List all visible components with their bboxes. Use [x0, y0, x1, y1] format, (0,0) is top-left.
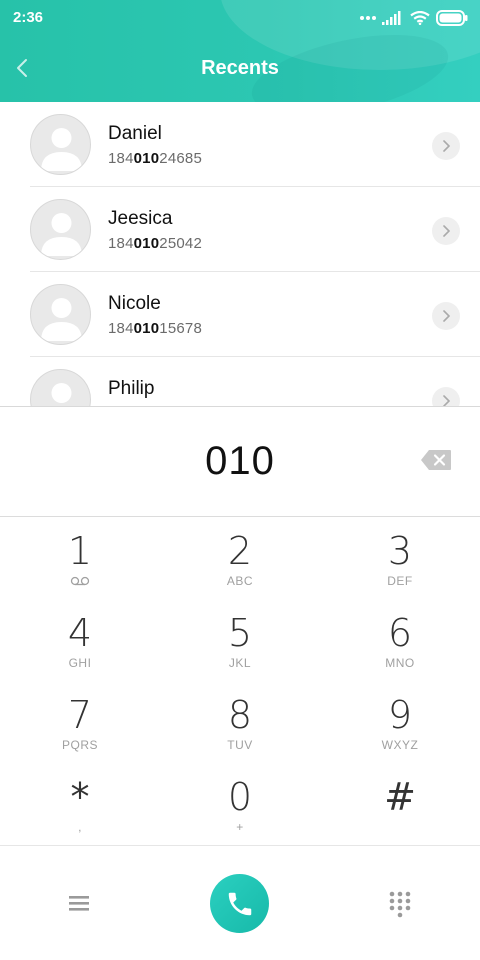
- contact-number: 18401024685: [108, 150, 202, 167]
- key-letters: ABC: [226, 574, 254, 588]
- key-digit: 2: [227, 529, 253, 573]
- contact-number: 18401025042: [108, 235, 202, 252]
- backspace-button[interactable]: [420, 449, 452, 473]
- contact-number: 18401015678: [108, 320, 202, 337]
- key-4[interactable]: 4 GHI: [0, 599, 160, 681]
- number-prefix: 184: [108, 320, 134, 337]
- signal-icon: [382, 11, 401, 25]
- avatar: [30, 369, 91, 406]
- person-placeholder-icon: [41, 213, 82, 256]
- dialed-number: 010: [205, 439, 275, 483]
- status-bar: 2:36: [0, 0, 480, 34]
- chevron-right-icon: [443, 395, 450, 406]
- contact-name: Philip: [108, 378, 155, 399]
- contact-detail-button[interactable]: [432, 387, 460, 406]
- call-button[interactable]: [210, 874, 269, 933]
- key-letters: DEF: [387, 574, 413, 588]
- chevron-right-icon: [443, 225, 450, 237]
- key-letters: JKL: [228, 656, 252, 670]
- chevron-right-icon: [443, 140, 450, 152]
- key-digit: 9: [387, 693, 413, 737]
- backspace-icon: [421, 450, 451, 470]
- key-letters: +: [236, 820, 244, 834]
- bottom-action-bar: [0, 845, 480, 960]
- key-7[interactable]: 7 PQRS: [0, 681, 160, 763]
- key-digit: 0: [227, 775, 253, 819]
- chevron-right-icon: [443, 310, 450, 322]
- number-suffix: 25042: [159, 235, 202, 252]
- key-letters: ,: [78, 820, 82, 834]
- key-9[interactable]: 9 WXYZ: [320, 681, 480, 763]
- key-digit: 4: [67, 611, 93, 655]
- number-prefix: 184: [108, 150, 134, 167]
- contact-row[interactable]: Daniel 18401024685: [0, 102, 480, 187]
- contact-detail-button[interactable]: [432, 217, 460, 245]
- number-match: 010: [133, 235, 160, 252]
- key-5[interactable]: 5 JKL: [160, 599, 320, 681]
- voicemail-icon: [70, 576, 90, 586]
- menu-icon: [69, 896, 89, 911]
- key-letters: PQRS: [61, 738, 98, 752]
- menu-button[interactable]: [66, 893, 92, 913]
- dialpad: 1 2 ABC 3 DEF 4 GHI 5 JKL 6 MNO 7 PQRS 8…: [0, 517, 480, 845]
- key-hash[interactable]: #: [320, 763, 480, 845]
- key-digit: 1: [67, 529, 93, 573]
- key-6[interactable]: 6 MNO: [320, 599, 480, 681]
- dialpad-toggle-button[interactable]: [388, 890, 412, 920]
- battery-icon: [436, 10, 468, 26]
- contact-row[interactable]: Philip: [0, 357, 480, 406]
- key-2[interactable]: 2 ABC: [160, 517, 320, 599]
- key-letters: GHI: [68, 656, 92, 670]
- key-0[interactable]: 0 +: [160, 763, 320, 845]
- number-match: 010: [133, 150, 160, 167]
- header: 2:36 Recents: [0, 0, 480, 102]
- key-digit: 3: [387, 529, 413, 573]
- key-star[interactable]: * ,: [0, 763, 160, 845]
- avatar: [30, 114, 91, 175]
- key-digit: #: [384, 775, 416, 819]
- contact-detail-button[interactable]: [432, 132, 460, 160]
- page-title: Recents: [201, 57, 279, 79]
- contact-name: Jeesica: [108, 208, 173, 229]
- phone-icon: [228, 892, 251, 915]
- number-prefix: 184: [108, 235, 134, 252]
- wifi-icon: [410, 11, 430, 25]
- avatar: [30, 284, 91, 345]
- number-suffix: 15678: [159, 320, 202, 337]
- dialpad-icon: [389, 891, 411, 918]
- contact-name: Daniel: [108, 123, 162, 144]
- key-digit: 5: [227, 611, 253, 655]
- key-digit: 7: [67, 693, 93, 737]
- key-digit: 8: [227, 693, 253, 737]
- key-letters: MNO: [385, 656, 415, 670]
- contact-detail-button[interactable]: [432, 302, 460, 330]
- dial-display: 010: [0, 406, 480, 517]
- more-dots-icon: [360, 16, 376, 20]
- key-8[interactable]: 8 TUV: [160, 681, 320, 763]
- avatar: [30, 199, 91, 260]
- person-placeholder-icon: [41, 128, 82, 171]
- person-placeholder-icon: [51, 383, 72, 403]
- person-placeholder-icon: [41, 298, 82, 341]
- key-letters: WXYZ: [381, 738, 419, 752]
- key-3[interactable]: 3 DEF: [320, 517, 480, 599]
- key-1[interactable]: 1: [0, 517, 160, 599]
- status-time: 2:36: [13, 9, 44, 26]
- key-digit: *: [70, 775, 90, 819]
- contact-row[interactable]: Jeesica 18401025042: [0, 187, 480, 272]
- status-icons: [360, 8, 468, 28]
- key-digit: 6: [387, 611, 413, 655]
- contact-name: Nicole: [108, 293, 161, 314]
- key-letters: TUV: [227, 738, 253, 752]
- contact-row[interactable]: Nicole 18401015678: [0, 272, 480, 357]
- number-suffix: 24685: [159, 150, 202, 167]
- number-match: 010: [133, 320, 160, 337]
- contact-suggestions-list: Daniel 18401024685 Jeesica 18401025042 N…: [0, 102, 480, 406]
